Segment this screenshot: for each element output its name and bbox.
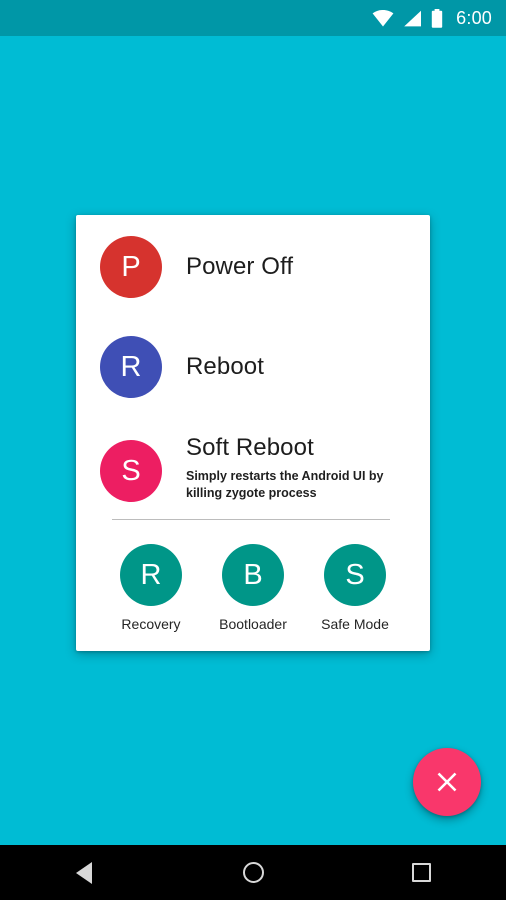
signal-icon xyxy=(403,10,422,27)
home-icon xyxy=(242,862,264,883)
reboot-avatar: R xyxy=(100,336,162,398)
reboot-initial: R xyxy=(120,350,142,383)
back-icon xyxy=(76,861,93,884)
power-off-title: Power Off xyxy=(186,252,294,280)
recovery-avatar: R xyxy=(120,544,182,606)
bootloader-avatar: B xyxy=(222,544,284,606)
quick-action-safe-mode[interactable]: S Safe Mode xyxy=(310,544,400,632)
power-off-initial: P xyxy=(121,250,141,283)
action-row-reboot[interactable]: R Reboot xyxy=(76,317,430,417)
quick-action-bootloader[interactable]: B Bootloader xyxy=(208,544,298,632)
safe-mode-label: Safe Mode xyxy=(321,616,389,632)
power-off-avatar: P xyxy=(100,236,162,298)
nav-home-button[interactable] xyxy=(169,845,338,900)
safe-mode-avatar: S xyxy=(324,544,386,606)
safe-mode-initial: S xyxy=(345,558,365,591)
reboot-text: Reboot xyxy=(186,352,264,380)
close-icon xyxy=(434,769,460,795)
soft-reboot-initial: S xyxy=(121,454,141,487)
status-bar: 6:00 xyxy=(0,0,506,36)
quick-actions-row: R Recovery B Bootloader S Safe Mode xyxy=(76,520,430,632)
android-navigation-bar xyxy=(0,845,506,900)
action-row-soft-reboot[interactable]: S Soft Reboot Simply restarts the Androi… xyxy=(76,417,430,513)
power-off-text: Power Off xyxy=(186,252,294,280)
bootloader-initial: B xyxy=(243,558,263,591)
action-row-power-off[interactable]: P Power Off xyxy=(76,217,430,317)
quick-action-recovery[interactable]: R Recovery xyxy=(106,544,196,632)
recents-icon xyxy=(412,863,432,882)
status-bar-icons: 6:00 xyxy=(372,8,492,29)
soft-reboot-subtitle: Simply restarts the Android UI by killin… xyxy=(186,469,384,501)
reboot-title: Reboot xyxy=(186,352,264,380)
nav-back-button[interactable] xyxy=(0,845,169,900)
bootloader-label: Bootloader xyxy=(219,616,287,632)
wifi-icon xyxy=(372,9,394,27)
status-bar-clock: 6:00 xyxy=(456,7,492,28)
soft-reboot-avatar: S xyxy=(100,440,162,502)
soft-reboot-title: Soft Reboot xyxy=(186,434,314,461)
close-fab-button[interactable] xyxy=(413,748,481,816)
phone-screen: 6:00 P Power Off R Reboot S Soft Reboot … xyxy=(0,0,506,900)
recovery-label: Recovery xyxy=(121,616,181,632)
battery-icon xyxy=(431,8,443,28)
power-menu-dialog: P Power Off R Reboot S Soft Reboot Simpl… xyxy=(76,215,430,651)
recovery-initial: R xyxy=(140,558,162,591)
soft-reboot-text: Soft Reboot Simply restarts the Android … xyxy=(186,434,401,502)
nav-recents-button[interactable] xyxy=(337,845,506,900)
